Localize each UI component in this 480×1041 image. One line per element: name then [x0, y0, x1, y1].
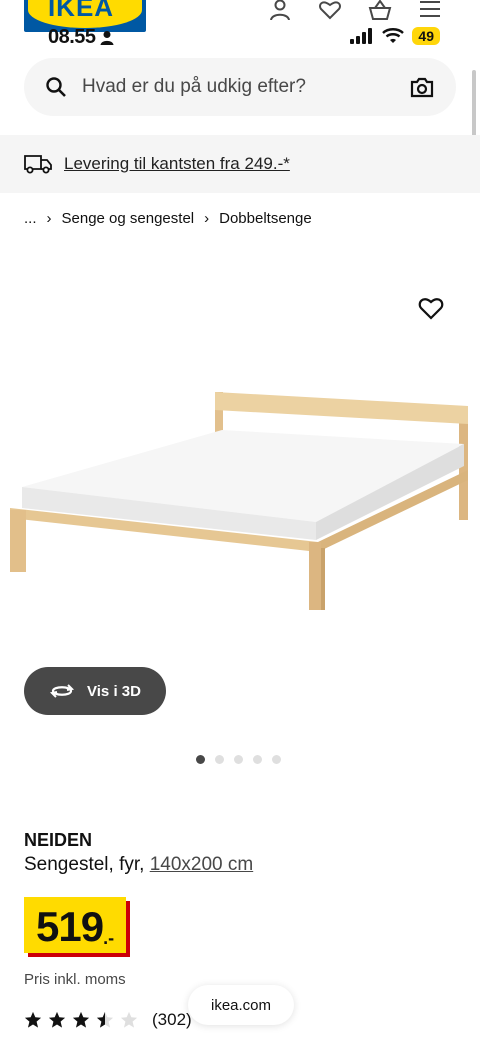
- product-size-link[interactable]: 140x200 cm: [150, 854, 254, 875]
- gallery-pagination[interactable]: [196, 755, 281, 764]
- browser-url-pill[interactable]: ikea.com: [188, 985, 294, 1025]
- truck-icon: [24, 155, 52, 174]
- vat-note: Pris inkl. moms: [24, 971, 126, 988]
- pagination-dot[interactable]: [253, 755, 262, 764]
- chevron-right-icon: ›: [204, 210, 210, 227]
- battery-level: 49: [412, 27, 440, 45]
- product-name: NEIDEN: [24, 830, 93, 850]
- star-half-icon: [96, 1011, 114, 1028]
- status-indicators: 49: [350, 27, 440, 45]
- camera-icon[interactable]: [410, 76, 434, 98]
- chevron-right-icon: ›: [46, 210, 52, 227]
- breadcrumb-item[interactable]: Senge og sengestel: [62, 210, 195, 227]
- pagination-dot[interactable]: [234, 755, 243, 764]
- rating[interactable]: (302): [24, 1010, 192, 1030]
- menu-icon[interactable]: [418, 0, 442, 20]
- delivery-banner[interactable]: Levering til kantsten fra 249.-*: [0, 135, 480, 193]
- heart-icon[interactable]: [318, 0, 342, 20]
- search-icon[interactable]: [46, 77, 66, 97]
- breadcrumb: ... › Senge og sengestel › Dobbeltsenge: [24, 210, 312, 227]
- price-value: 519: [36, 903, 104, 950]
- product-description: Sengestel, fyr, 140x200 cm: [24, 854, 253, 876]
- status-time: 08.55: [48, 26, 114, 49]
- logo-text: IKEA: [47, 0, 115, 22]
- price-suffix: .-: [103, 928, 115, 948]
- top-bar: IKEA 08.55 49: [0, 0, 480, 50]
- star-full-icon: [24, 1011, 42, 1028]
- price-tag: 519 .-: [24, 897, 127, 953]
- status-time-text: 08.55: [48, 26, 96, 48]
- breadcrumb-item[interactable]: Dobbeltsenge: [219, 210, 312, 227]
- view-in-3d-button[interactable]: Vis i 3D: [24, 667, 166, 715]
- person-status-icon: [100, 30, 114, 45]
- rotate-3d-icon: [50, 684, 75, 698]
- view-in-3d-label: Vis i 3D: [87, 682, 141, 700]
- pagination-dot[interactable]: [215, 755, 224, 764]
- search-bar[interactable]: Hvad er du på udkig efter?: [24, 58, 456, 116]
- profile-icon[interactable]: [268, 0, 292, 20]
- product-type: Sengestel, fyr,: [24, 854, 145, 875]
- review-count[interactable]: (302): [152, 1010, 192, 1030]
- pagination-dot-active[interactable]: [196, 755, 205, 764]
- signal-icon: [350, 28, 373, 44]
- pagination-dot[interactable]: [272, 755, 281, 764]
- basket-icon[interactable]: [368, 0, 392, 20]
- header-actions: [268, 0, 442, 20]
- product-image[interactable]: [0, 380, 480, 630]
- star-full-icon: [48, 1011, 66, 1028]
- star-empty-icon: [120, 1011, 138, 1028]
- favourite-heart-icon[interactable]: [418, 296, 444, 320]
- wifi-icon: [382, 28, 405, 43]
- search-input[interactable]: Hvad er du på udkig efter?: [82, 76, 410, 98]
- delivery-link[interactable]: Levering til kantsten fra 249.-*: [64, 154, 290, 174]
- breadcrumb-ellipsis[interactable]: ...: [24, 210, 37, 227]
- star-full-icon: [72, 1011, 90, 1028]
